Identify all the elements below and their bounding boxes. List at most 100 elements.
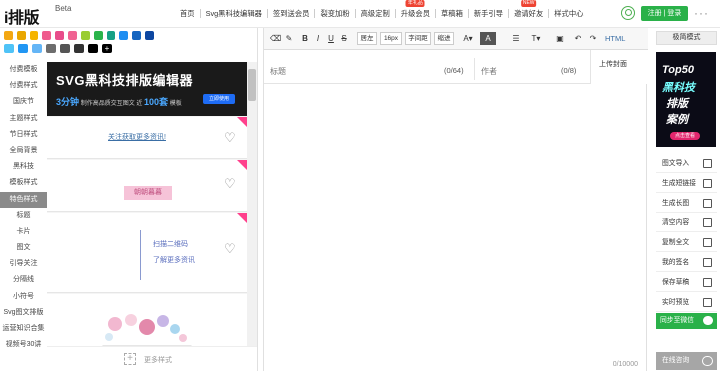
sidebar-item[interactable]: 特色样式 (0, 191, 47, 208)
color-swatch[interactable] (145, 31, 154, 40)
color-swatch[interactable] (80, 31, 90, 40)
promo-banner[interactable]: Top50 黑科技 排版 案例 点击查看 (656, 52, 716, 147)
sidebar-item[interactable]: 标题 (0, 208, 47, 224)
minimal-mode-button[interactable]: 极简模式 (656, 31, 717, 45)
sidebar-item[interactable]: 视频号30讲 (0, 337, 47, 353)
action-button[interactable]: 图文导入 (656, 154, 717, 173)
action-button[interactable]: 实时预览 (656, 293, 717, 312)
color-swatch[interactable] (55, 31, 65, 40)
sidebar-item[interactable]: 分隔线 (0, 272, 47, 288)
sidebar-item[interactable]: 运营知识合集 (0, 321, 47, 337)
eraser-icon[interactable]: ⌫ (270, 32, 281, 45)
font-size-select[interactable]: 16px (380, 32, 402, 45)
list-icon[interactable]: ☰ (509, 32, 523, 45)
font-color-icon[interactable]: A▾ (460, 32, 476, 45)
sidebar-item[interactable]: 卡片 (0, 224, 47, 240)
color-swatch[interactable] (93, 31, 103, 40)
login-register-button[interactable]: 注册 | 登录 (641, 6, 688, 21)
color-swatch[interactable] (88, 44, 98, 53)
italic-icon[interactable]: I (313, 32, 323, 45)
nav-item-invite[interactable]: NEW 邀请好友 (509, 0, 550, 18)
color-swatch[interactable] (46, 44, 56, 53)
nav-item-home[interactable]: 首页 (175, 9, 201, 18)
sidebar-item[interactable]: 主题样式 (0, 111, 47, 127)
nav-item-fission[interactable]: 裂变加粉 (315, 9, 356, 18)
user-icon[interactable] (621, 6, 635, 20)
image-icon[interactable]: ▣ (554, 32, 566, 45)
promo-text: 排版 (666, 98, 688, 110)
action-button[interactable]: 保存草稿 (656, 273, 717, 292)
title-input[interactable]: 标题 (270, 66, 286, 77)
color-swatch[interactable] (132, 31, 142, 40)
scrollbar-thumb[interactable] (248, 69, 256, 101)
nav-item-upgrade[interactable]: 年礼品 升级会员 (396, 0, 436, 18)
upload-cover-button[interactable]: 上传封面 (590, 50, 648, 84)
bold-icon[interactable]: B (300, 32, 310, 45)
color-swatch[interactable] (32, 44, 42, 53)
color-swatch[interactable] (29, 31, 39, 40)
highlight-color-icon[interactable]: A (480, 32, 496, 45)
color-swatch[interactable] (119, 31, 129, 40)
action-button[interactable]: 清空内容 (656, 213, 717, 233)
online-consult-button[interactable]: 在线咨询 (656, 352, 717, 370)
plus-icon[interactable]: + (124, 353, 136, 365)
brush-icon[interactable]: ✎ (284, 32, 294, 45)
promo-view-button[interactable]: 点击查看 (670, 132, 700, 140)
more-icon[interactable]: ··· (694, 7, 712, 20)
sidebar-item[interactable]: 付费模板 (0, 62, 47, 78)
sidebar-item[interactable]: 付费样式 (0, 78, 47, 94)
add-color-icon[interactable]: + (102, 44, 112, 53)
sidebar-item[interactable]: 小符号 (0, 289, 47, 305)
redo-icon[interactable]: ↷ (588, 32, 598, 45)
sidebar-item[interactable]: 节日样式 (0, 127, 47, 143)
style-card-qr[interactable]: 扫描二维码 了解更多资讯 ♡ (47, 213, 247, 293)
style-card-tag[interactable]: 朝朝暮暮 ♡ (47, 160, 247, 212)
svg-editor-banner[interactable]: SVG黑科技排版编辑器 3分钟 制作高品质交互图文 近 100套 模板 立即使用 (47, 62, 247, 116)
nav-item-svg-editor[interactable]: Svg黑科技编辑器 (201, 9, 268, 18)
undo-icon[interactable]: ↶ (573, 32, 583, 45)
sync-wechat-button[interactable]: 同步至微信 (656, 313, 717, 329)
strikethrough-icon[interactable]: S (339, 32, 349, 45)
indent-button[interactable]: 缩进 (434, 32, 454, 45)
nav-item-style-center[interactable]: 样式中心 (549, 9, 588, 18)
action-button[interactable]: 生成短链接 (656, 174, 717, 193)
nav-item-drafts[interactable]: 草稿箱 (436, 9, 469, 18)
action-button[interactable]: 生成长图 (656, 194, 717, 213)
heart-icon[interactable]: ♡ (224, 131, 237, 144)
sidebar-item[interactable]: 国庆节 (0, 94, 47, 110)
style-card-follow[interactable]: 关注获取更多资讯! ♡ (47, 117, 247, 159)
sidebar-item[interactable]: 图文 (0, 240, 47, 256)
author-input[interactable]: 作者 (481, 66, 497, 77)
color-swatch[interactable] (4, 31, 13, 40)
sidebar-item[interactable]: 引导关注 (0, 256, 47, 272)
style-list-scrollbar[interactable] (247, 62, 257, 371)
color-swatch[interactable] (68, 31, 77, 40)
more-styles-bar[interactable]: + 更多样式 (47, 346, 257, 371)
color-swatch[interactable] (42, 31, 52, 40)
align-left-button[interactable]: 居左 (357, 32, 377, 45)
nav-item-guide[interactable]: 新手引导 (469, 9, 510, 18)
color-swatch[interactable] (4, 44, 14, 53)
html-source-button[interactable]: HTML (605, 32, 625, 45)
heart-icon[interactable]: ♡ (224, 177, 237, 190)
action-button[interactable]: 我的签名 (656, 253, 717, 272)
sidebar-item[interactable]: Svg图文排版 (0, 305, 47, 321)
underline-icon[interactable]: U (326, 32, 336, 45)
text-format-icon[interactable]: T▾ (528, 32, 544, 45)
logo[interactable]: i排版 (4, 4, 39, 28)
sidebar-item[interactable]: 全局背景 (0, 143, 47, 159)
color-swatch[interactable] (18, 44, 28, 53)
color-swatch[interactable] (74, 44, 84, 53)
sidebar-item[interactable]: 模板样式 (0, 175, 47, 191)
nav-item-custom[interactable]: 高级定制 (356, 9, 396, 18)
heart-icon[interactable]: ♡ (224, 242, 237, 255)
banner-use-button[interactable]: 立即使用 (203, 94, 235, 104)
color-swatch[interactable] (16, 31, 26, 40)
action-button[interactable]: 复制全文 (656, 233, 717, 253)
nav-item-checkin[interactable]: 签到送会员 (268, 9, 316, 18)
more-styles-label: 更多样式 (144, 357, 172, 364)
color-swatch[interactable] (60, 44, 70, 53)
color-swatch[interactable] (106, 31, 116, 40)
sidebar-item[interactable]: 黑科技 (0, 159, 47, 175)
letter-spacing-button[interactable]: 字间距 (405, 32, 431, 45)
